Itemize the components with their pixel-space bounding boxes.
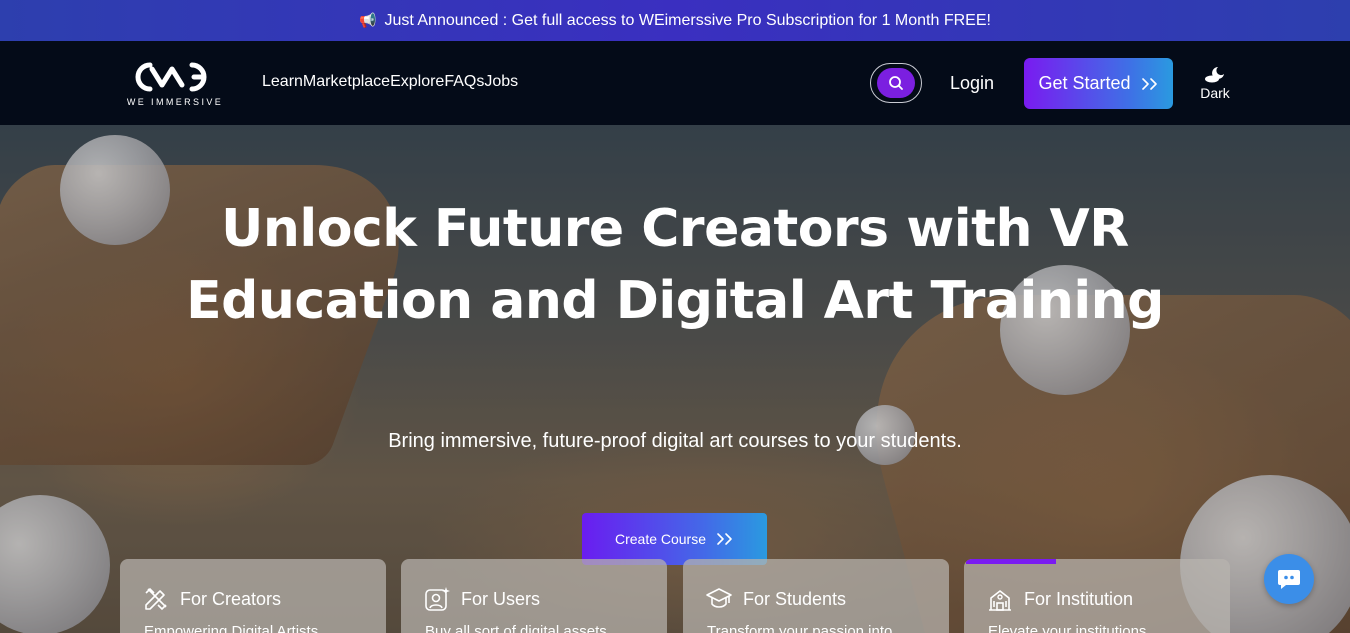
search-icon	[889, 76, 903, 90]
moon-cloud-icon	[1205, 67, 1224, 83]
card-header: For Creators	[142, 585, 281, 613]
hero-title: Unlock Future Creators with VR Education…	[186, 199, 1164, 331]
create-course-label: Create Course	[614, 531, 707, 547]
announcement-bar[interactable]: 📢 Just Announced : Get full access to WE…	[0, 0, 1350, 41]
hero-section: Unlock Future Creators with VR Education…	[0, 125, 1350, 633]
search-button[interactable]	[870, 63, 922, 103]
card-description: Empowering Digital Artists	[144, 623, 319, 633]
card-header: For Users	[423, 585, 540, 613]
pencil-ruler-icon	[145, 587, 167, 611]
card-header: For Institution	[986, 585, 1133, 613]
chat-button[interactable]	[1264, 554, 1314, 604]
double-chevron-right-icon	[717, 533, 732, 545]
megaphone-icon: 📢	[359, 12, 377, 28]
card-description: Buy all sort of digital assets	[425, 623, 607, 633]
login-link[interactable]: Login	[950, 73, 994, 94]
active-card-indicator	[966, 559, 1056, 564]
get-started-label: Get Started	[1038, 73, 1131, 93]
nav-link-learn[interactable]: Learn	[262, 73, 303, 91]
navbar: WE IMMERSIVE Learn Marketplace Explore F…	[0, 41, 1350, 125]
card-title: For Users	[461, 588, 541, 609]
user-sparkle-icon	[425, 587, 450, 611]
card-title: For Students	[743, 588, 847, 609]
chat-bubble-icon	[1278, 570, 1300, 589]
institution-icon	[989, 590, 1011, 611]
nav-links: Learn Marketplace Explore FAQs Jobs	[262, 73, 518, 91]
theme-toggle[interactable]: Dark	[1196, 65, 1234, 101]
logo-text: WE IMMERSIVE	[126, 97, 224, 107]
logo-mark-icon	[135, 62, 207, 92]
card-description: Elevate your institutions	[988, 623, 1147, 633]
double-chevron-right-icon	[1141, 77, 1157, 90]
card-for-institution[interactable]: For Institution Elevate your institution…	[964, 559, 1230, 633]
card-for-creators[interactable]: For Creators Empowering Digital Artists	[120, 559, 386, 633]
nav-link-jobs[interactable]: Jobs	[484, 73, 518, 91]
create-course-button[interactable]: Create Course	[582, 513, 767, 565]
hero-subtitle: Bring immersive, future-proof digital ar…	[388, 430, 962, 452]
card-for-users[interactable]: For Users Buy all sort of digital assets	[401, 559, 667, 633]
nav-link-marketplace[interactable]: Marketplace	[303, 73, 390, 91]
search-button-inner	[877, 68, 915, 98]
card-title: For Institution	[1024, 588, 1134, 609]
card-header: For Students	[705, 585, 846, 613]
card-for-students[interactable]: For Students Transform your passion into	[683, 559, 949, 633]
theme-toggle-label: Dark	[1200, 85, 1230, 101]
card-title: For Creators	[180, 588, 282, 609]
logo[interactable]: WE IMMERSIVE	[120, 59, 232, 109]
get-started-button[interactable]: Get Started	[1024, 58, 1173, 109]
graduation-cap-icon	[706, 588, 732, 608]
card-description: Transform your passion into	[707, 623, 893, 633]
nav-link-faqs[interactable]: FAQs	[444, 73, 484, 91]
nav-link-explore[interactable]: Explore	[390, 73, 444, 91]
announcement-text: Just Announced : Get full access to WEim…	[384, 11, 991, 29]
